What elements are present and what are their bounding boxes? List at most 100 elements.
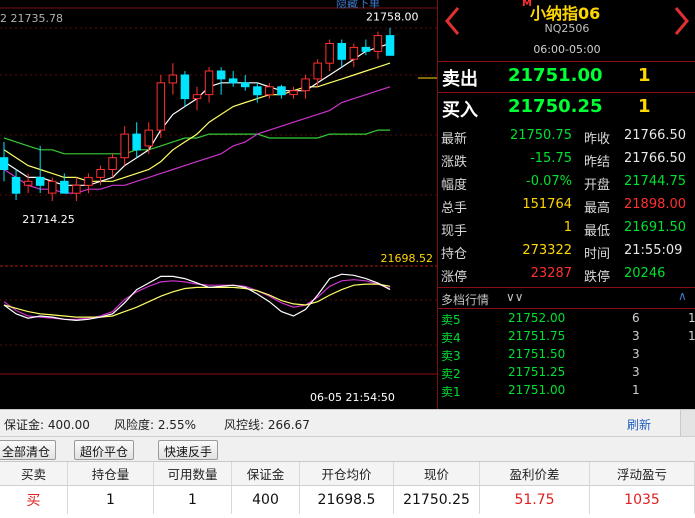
depth-row[interactable]: 卖1 21751.00 1 [438, 382, 695, 400]
column-header[interactable]: 保证金 [232, 462, 300, 485]
depth-price: 21751.00 [508, 383, 566, 397]
depth-level: 卖4 [441, 331, 461, 345]
bid-volume: 1 [638, 96, 651, 117]
stat-label: 最高 [584, 201, 611, 216]
ask-row[interactable]: 卖出 21751.00 1 [438, 61, 695, 91]
account-summary-bar: 保证金: 400.00 风险度: 2.55% 风控线: 266.67 刷新 [0, 409, 695, 437]
scrollbar[interactable] [680, 410, 695, 437]
candle-up [108, 157, 117, 170]
quote-stat-row: 持仓 273322 时间 21:55:09 [438, 240, 695, 263]
candle-up [313, 62, 322, 80]
bid-row[interactable]: 买入 21750.25 1 [438, 92, 695, 122]
column-header[interactable]: 浮动盈亏 [590, 462, 695, 485]
depth-header[interactable]: 多档行情 ∨∨ ∧ [438, 287, 695, 309]
column-header[interactable]: 开仓均价 [300, 462, 394, 485]
candle-down [361, 46, 371, 52]
high-price-label: 21758.00 [366, 11, 419, 24]
candle-up [373, 35, 383, 52]
candle-up [156, 82, 166, 131]
contract-mark: M [522, 0, 532, 9]
depth-row[interactable]: 卖2 21751.25 3 [438, 364, 695, 382]
candle-up [96, 169, 105, 178]
hide-order-link[interactable]: 隐藏下单 [336, 0, 380, 11]
depth-level: 卖1 [441, 385, 461, 399]
stat-value: 23287 [530, 266, 572, 281]
quick-reverse-button[interactable]: 快速反手 [158, 440, 219, 460]
candle-down [253, 86, 262, 96]
stat-label: 总手 [441, 201, 468, 216]
candle-down [241, 82, 250, 88]
kline-chart[interactable]: 21758.00 21714.25 21698.52 06-05 21:54:50 2… [0, 0, 437, 409]
kline-chart-canvas: 21758.00 21714.25 21698.52 06-05 21:54:50 [0, 7, 437, 404]
column-header[interactable]: 买卖 [0, 462, 68, 485]
column-header[interactable]: 盈利价差 [480, 462, 590, 485]
depth-volume: 3 [632, 365, 640, 379]
candle-up [204, 70, 214, 96]
table-cell: 51.75 [480, 486, 590, 514]
table-cell: 买 [0, 486, 68, 514]
margin-info: 保证金: 400.00 [4, 418, 90, 432]
table-row[interactable]: 买 1 1 400 21698.5 21750.25 51.75 1035 [0, 486, 695, 514]
oscillator-dea-line [3, 283, 391, 318]
stat-value: 20246 [624, 266, 666, 281]
candle-up [289, 90, 298, 96]
quote-panel: M 小纳指06 NQ2506 06:00-05:00 卖出 21751.00 1… [437, 0, 695, 409]
chevron-up-icon[interactable]: ∧ [678, 289, 687, 303]
table-cell: 21750.25 [394, 486, 480, 514]
over-price-close-button[interactable]: 超价平仓 [74, 440, 135, 460]
table-cell: 1 [154, 486, 232, 514]
column-header[interactable]: 可用数量 [154, 462, 232, 485]
contract-code: NQ2506 [544, 22, 590, 35]
stat-label: 时间 [584, 247, 611, 262]
ma10-line [3, 62, 391, 182]
candle-down [60, 180, 69, 194]
stat-value: 21898.00 [624, 197, 687, 212]
stat-label: 幅度 [441, 178, 468, 193]
table-cell: 1 [68, 486, 154, 514]
time-cursor-label: 06-05 21:54:50 [310, 391, 395, 404]
stat-label: 跌停 [584, 270, 611, 285]
candle-up [120, 133, 129, 159]
candle-up [265, 86, 274, 96]
depth-row[interactable]: 卖5 21752.00 6 1 [438, 310, 695, 328]
depth-row[interactable]: 卖3 21751.50 3 [438, 346, 695, 364]
candle-up [192, 94, 202, 100]
candle-down [385, 35, 395, 56]
quote-stat-row: 总手 151764 最高 21898.00 [438, 194, 695, 217]
ask-price: 21751.00 [508, 65, 603, 86]
candle-up [301, 78, 310, 92]
position-table-header: 买卖 持仓量 可用数量 保证金 开仓均价 现价 盈利价差 浮动盈亏 [0, 462, 695, 486]
candle-down [180, 74, 190, 100]
depth-volume: 3 [632, 347, 640, 361]
risk-control-info: 风控线: 266.67 [224, 418, 310, 432]
depth-row[interactable]: 卖4 21751.75 3 1 [438, 328, 695, 346]
close-all-button[interactable]: 全部清仓 [0, 440, 57, 460]
position-table: 买卖 持仓量 可用数量 保证金 开仓均价 现价 盈利价差 浮动盈亏 买 1 1 400 21698.5… [0, 461, 695, 518]
stat-label: 最低 [584, 224, 611, 239]
quote-stat-row: 涨跌 -15.75 昨结 21766.50 [438, 148, 695, 171]
candle-down [35, 176, 45, 186]
column-header[interactable]: 现价 [394, 462, 480, 485]
contract-name: 小纳指06 [530, 4, 601, 23]
depth-title: 多档行情 [441, 293, 490, 307]
depth-price: 21752.00 [508, 311, 566, 325]
candle-up [325, 43, 334, 64]
low-price-label: 21714.25 [22, 213, 75, 226]
stat-value: 21:55:09 [624, 243, 683, 258]
depth-extra: 1 [688, 311, 695, 325]
candle-up [72, 184, 81, 194]
risk-info: 风险度: 2.55% [114, 418, 196, 432]
candle-up [23, 180, 33, 186]
depth-level: 卖5 [441, 313, 461, 327]
stat-value: 21766.50 [624, 151, 687, 166]
stat-label: 最新 [441, 132, 468, 147]
quote-stat-row: 现手 1 最低 21691.50 [438, 217, 695, 240]
double-chevron-down-icon[interactable]: ∨∨ [506, 290, 524, 304]
table-cell: 1035 [590, 486, 695, 514]
refresh-link[interactable]: 刷新 [627, 416, 651, 433]
stat-value: 21766.50 [624, 128, 687, 143]
column-header[interactable]: 持仓量 [68, 462, 154, 485]
stat-value: 151764 [522, 197, 572, 212]
stat-value: 21691.50 [624, 220, 687, 235]
stat-value: 21750.75 [509, 128, 572, 143]
